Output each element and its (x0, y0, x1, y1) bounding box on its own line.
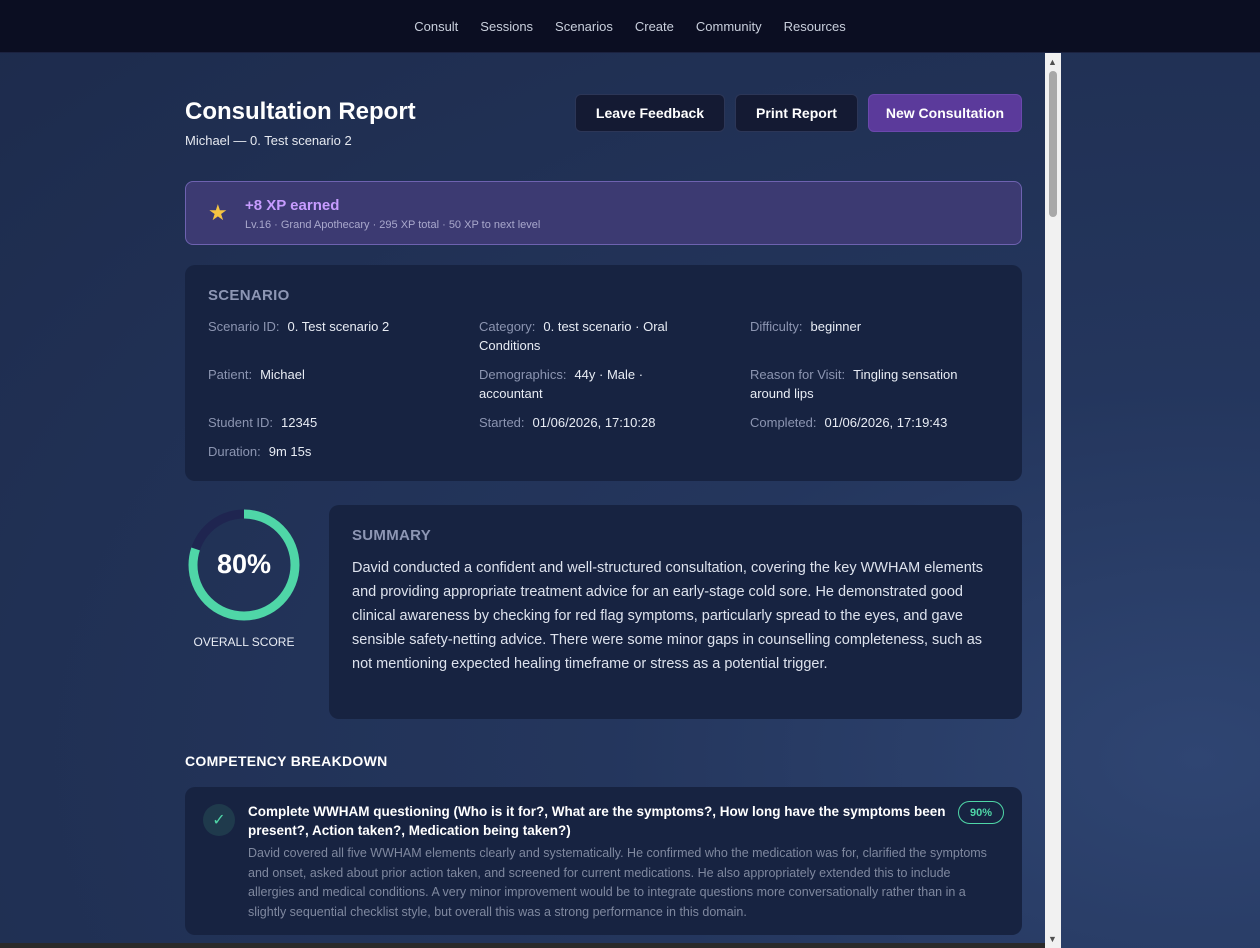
page-subtitle: Michael — 0. Test scenario 2 (185, 133, 352, 148)
print-report-button[interactable]: Print Report (735, 94, 858, 132)
nav-community[interactable]: Community (696, 19, 762, 34)
page-title: Consultation Report (185, 98, 416, 125)
field-label: Student ID: (208, 415, 274, 430)
check-icon: ✓ (203, 804, 235, 836)
competency-item: ✓ Complete WWHAM questioning (Who is it … (185, 787, 1022, 935)
field-value: 01/06/2026, 17:19:43 (824, 415, 948, 430)
new-consultation-button[interactable]: New Consultation (868, 94, 1022, 132)
scrollbar-thumb[interactable] (1049, 71, 1057, 217)
star-icon: ★ (208, 200, 228, 225)
field-completed: Completed: 01/06/2026, 17:19:43 (750, 413, 1000, 432)
nav-sessions[interactable]: Sessions (480, 19, 533, 34)
field-started: Started: 01/06/2026, 17:10:28 (479, 413, 729, 432)
leave-feedback-button[interactable]: Leave Feedback (575, 94, 725, 132)
field-value: 12345 (281, 415, 318, 430)
scroll-up-arrow-icon[interactable]: ▲ (1048, 57, 1057, 67)
field-scenario-id: Scenario ID: 0. Test scenario 2 (208, 317, 458, 336)
field-value: Michael (260, 367, 305, 382)
field-label: Patient: (208, 367, 253, 382)
field-label: Started: (479, 415, 525, 430)
nav-resources[interactable]: Resources (784, 19, 846, 34)
field-value: 01/06/2026, 17:10:28 (532, 415, 656, 430)
field-label: Demographics: (479, 367, 567, 382)
competency-feedback: David covered all five WWHAM elements cl… (248, 846, 987, 919)
overall-score: 80% OVERALL SCORE (185, 505, 303, 655)
page-scrollbar[interactable]: ▲ ▼ (1045, 53, 1061, 948)
field-label: Reason for Visit: (750, 367, 846, 382)
field-difficulty: Difficulty: beginner (750, 317, 1000, 336)
field-value: beginner (810, 319, 862, 334)
score-label: OVERALL SCORE (193, 635, 295, 649)
field-label: Duration: (208, 444, 261, 459)
scroll-down-arrow-icon[interactable]: ▼ (1048, 934, 1057, 944)
field-label: Category: (479, 319, 536, 334)
summary-text: David conducted a confident and well-str… (352, 560, 984, 672)
competency-name: Complete WWHAM questioning (Who is it fo… (248, 804, 946, 838)
scenario-card: SCENARIO Scenario ID: 0. Test scenario 2 … (185, 265, 1022, 481)
field-duration: Duration: 9m 15s (208, 442, 458, 461)
xp-earned-banner: ★ +8 XP earned Lv.16 · Grand Apothecary … (185, 181, 1022, 245)
nav-scenarios[interactable]: Scenarios (555, 19, 613, 34)
score-value: 80% (216, 549, 272, 579)
field-label: Difficulty: (750, 319, 803, 334)
field-label: Completed: (750, 415, 817, 430)
bottom-edge (0, 943, 1045, 948)
nav-consult[interactable]: Consult (414, 19, 458, 34)
competency-heading: COMPETENCY BREAKDOWN (185, 753, 388, 769)
field-category: Category: 0. test scenario · Oral Conditi… (479, 317, 729, 355)
scenario-heading: SCENARIO (208, 287, 290, 304)
summary-heading: SUMMARY (352, 527, 432, 544)
xp-earned-title: +8 XP earned (245, 197, 340, 214)
report-content: Consultation Report Michael — 0. Test sc… (185, 53, 1022, 935)
field-patient: Patient: Michael (208, 365, 458, 384)
field-value: 0. Test scenario 2 (287, 319, 390, 334)
report-header: Consultation Report Michael — 0. Test sc… (185, 53, 1022, 181)
field-demographics: Demographics: 44y · Male · accountant (479, 365, 679, 403)
xp-level-detail: Lv.16 · Grand Apothecary · 295 XP total … (245, 219, 541, 231)
field-reason-for-visit: Reason for Visit: Tingling sensation arou… (750, 365, 1000, 403)
nav-create[interactable]: Create (635, 19, 674, 34)
competency-score-badge: 90% (958, 801, 1004, 824)
field-student-id: Student ID: 12345 (208, 413, 458, 432)
field-value: 9m 15s (268, 444, 312, 459)
summary-card: SUMMARY David conducted a confident and … (329, 505, 1022, 719)
field-label: Scenario ID: (208, 319, 280, 334)
top-navigation: Consult Sessions Scenarios Create Commun… (0, 0, 1260, 53)
